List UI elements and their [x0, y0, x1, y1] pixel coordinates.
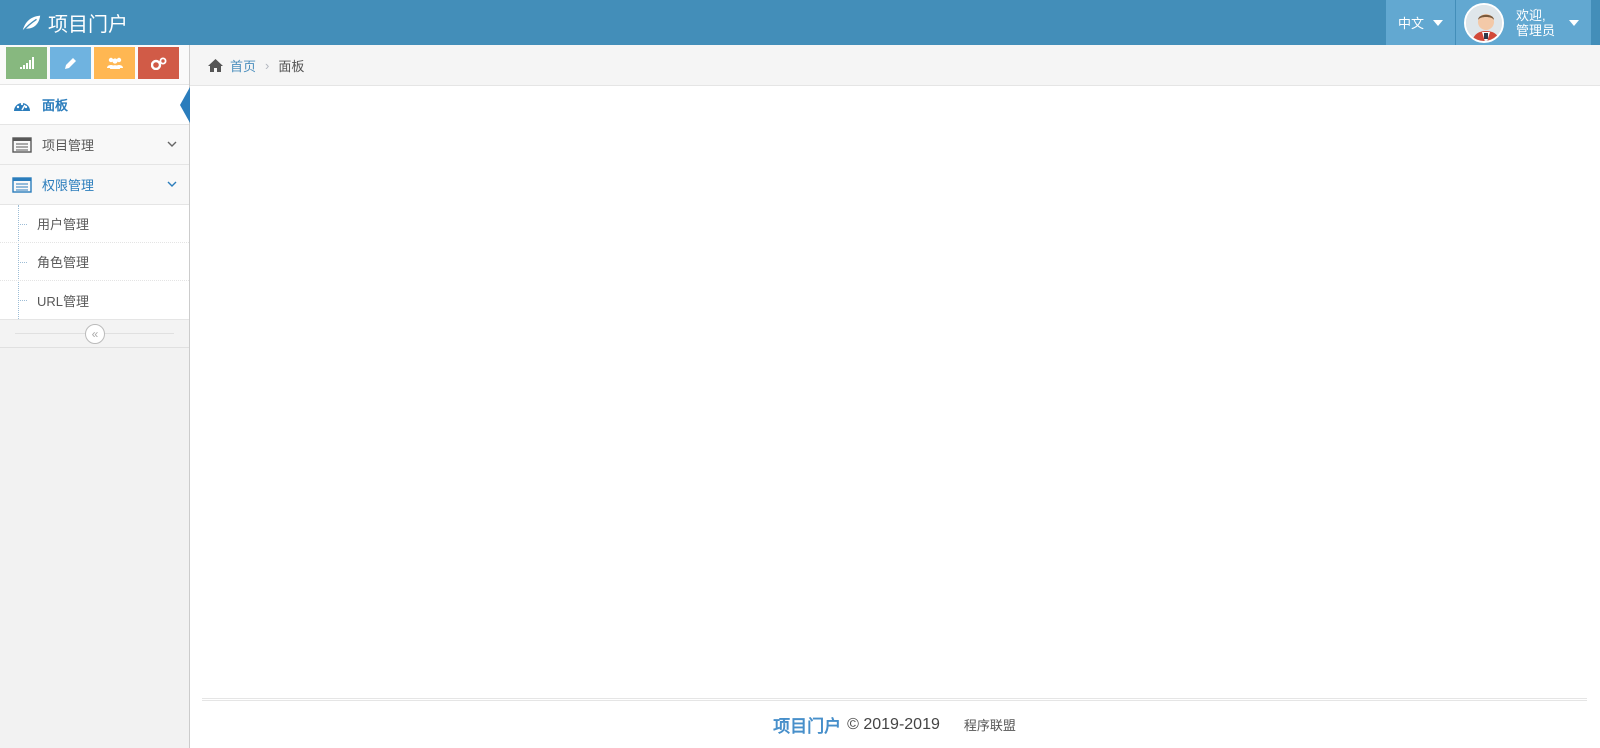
list-icon [12, 136, 32, 153]
sidebar-item-dashboard[interactable]: 面板 [0, 85, 190, 125]
caret-down-icon [1433, 19, 1443, 26]
permission-submenu: 用户管理 角色管理 URL管理 [0, 205, 189, 320]
caret-down-icon [1569, 19, 1580, 26]
home-icon [208, 58, 223, 72]
footer-copyright: © 2019-2019 [847, 715, 940, 733]
submenu-item-url-management[interactable]: URL管理 [0, 281, 189, 319]
shortcut-cogs-button[interactable] [138, 47, 179, 79]
users-icon [106, 57, 123, 69]
sidebar-item-label: 面板 [42, 98, 69, 113]
submenu-item-user-management[interactable]: 用户管理 [0, 205, 189, 243]
signal-icon [19, 57, 34, 69]
brand-link[interactable]: 项目门户 [20, 0, 128, 45]
submenu-item-role-management[interactable]: 角色管理 [0, 243, 189, 281]
chevron-down-icon [167, 181, 177, 187]
sidebar-item-label: 项目管理 [42, 138, 95, 153]
double-angle-left-icon[interactable]: « [85, 324, 105, 344]
footer-org: 程序联盟 [963, 718, 1016, 733]
user-greeting: 欢迎, [1516, 7, 1546, 23]
breadcrumb: 首页 › 面板 [190, 45, 1600, 86]
brand-title: 项目门户 [48, 14, 128, 36]
user-menu[interactable]: 欢迎, 管理员 [1456, 0, 1591, 45]
sidebar-item-label: 权限管理 [42, 178, 95, 193]
sidebar-shortcuts [0, 45, 189, 85]
shortcut-signal-button[interactable] [6, 47, 47, 79]
shortcut-users-button[interactable] [94, 47, 135, 79]
breadcrumb-separator-icon: › [265, 57, 270, 73]
cogs-icon [150, 57, 166, 70]
navbar: 项目门户 中文 欢迎, 管理员 [0, 0, 1600, 45]
breadcrumb-current: 面板 [278, 58, 305, 74]
chevron-down-icon [167, 141, 177, 147]
avatar [1464, 2, 1504, 43]
active-indicator [180, 87, 190, 123]
list-icon [12, 176, 32, 193]
user-name: 管理员 [1516, 22, 1556, 38]
sidebar-item-permission-management[interactable]: 权限管理 [0, 165, 189, 205]
footer: 项目门户 © 2019-2019 程序联盟 [202, 698, 1587, 748]
sidebar-collapse-bar: « [0, 320, 189, 348]
pencil-icon [65, 57, 76, 69]
language-label: 中文 [1397, 16, 1424, 31]
leaf-icon [22, 15, 41, 32]
footer-brand: 项目门户 [773, 717, 842, 736]
sidebar: 面板 项目管理 权限管理 用户管理 角色管理 URL管理 « [0, 45, 190, 748]
dashboard-icon [14, 102, 30, 111]
shortcut-pencil-button[interactable] [50, 47, 91, 79]
breadcrumb-home-link[interactable]: 首页 [230, 56, 256, 75]
sidebar-item-project-management[interactable]: 项目管理 [0, 125, 189, 165]
language-dropdown[interactable]: 中文 [1386, 0, 1455, 45]
